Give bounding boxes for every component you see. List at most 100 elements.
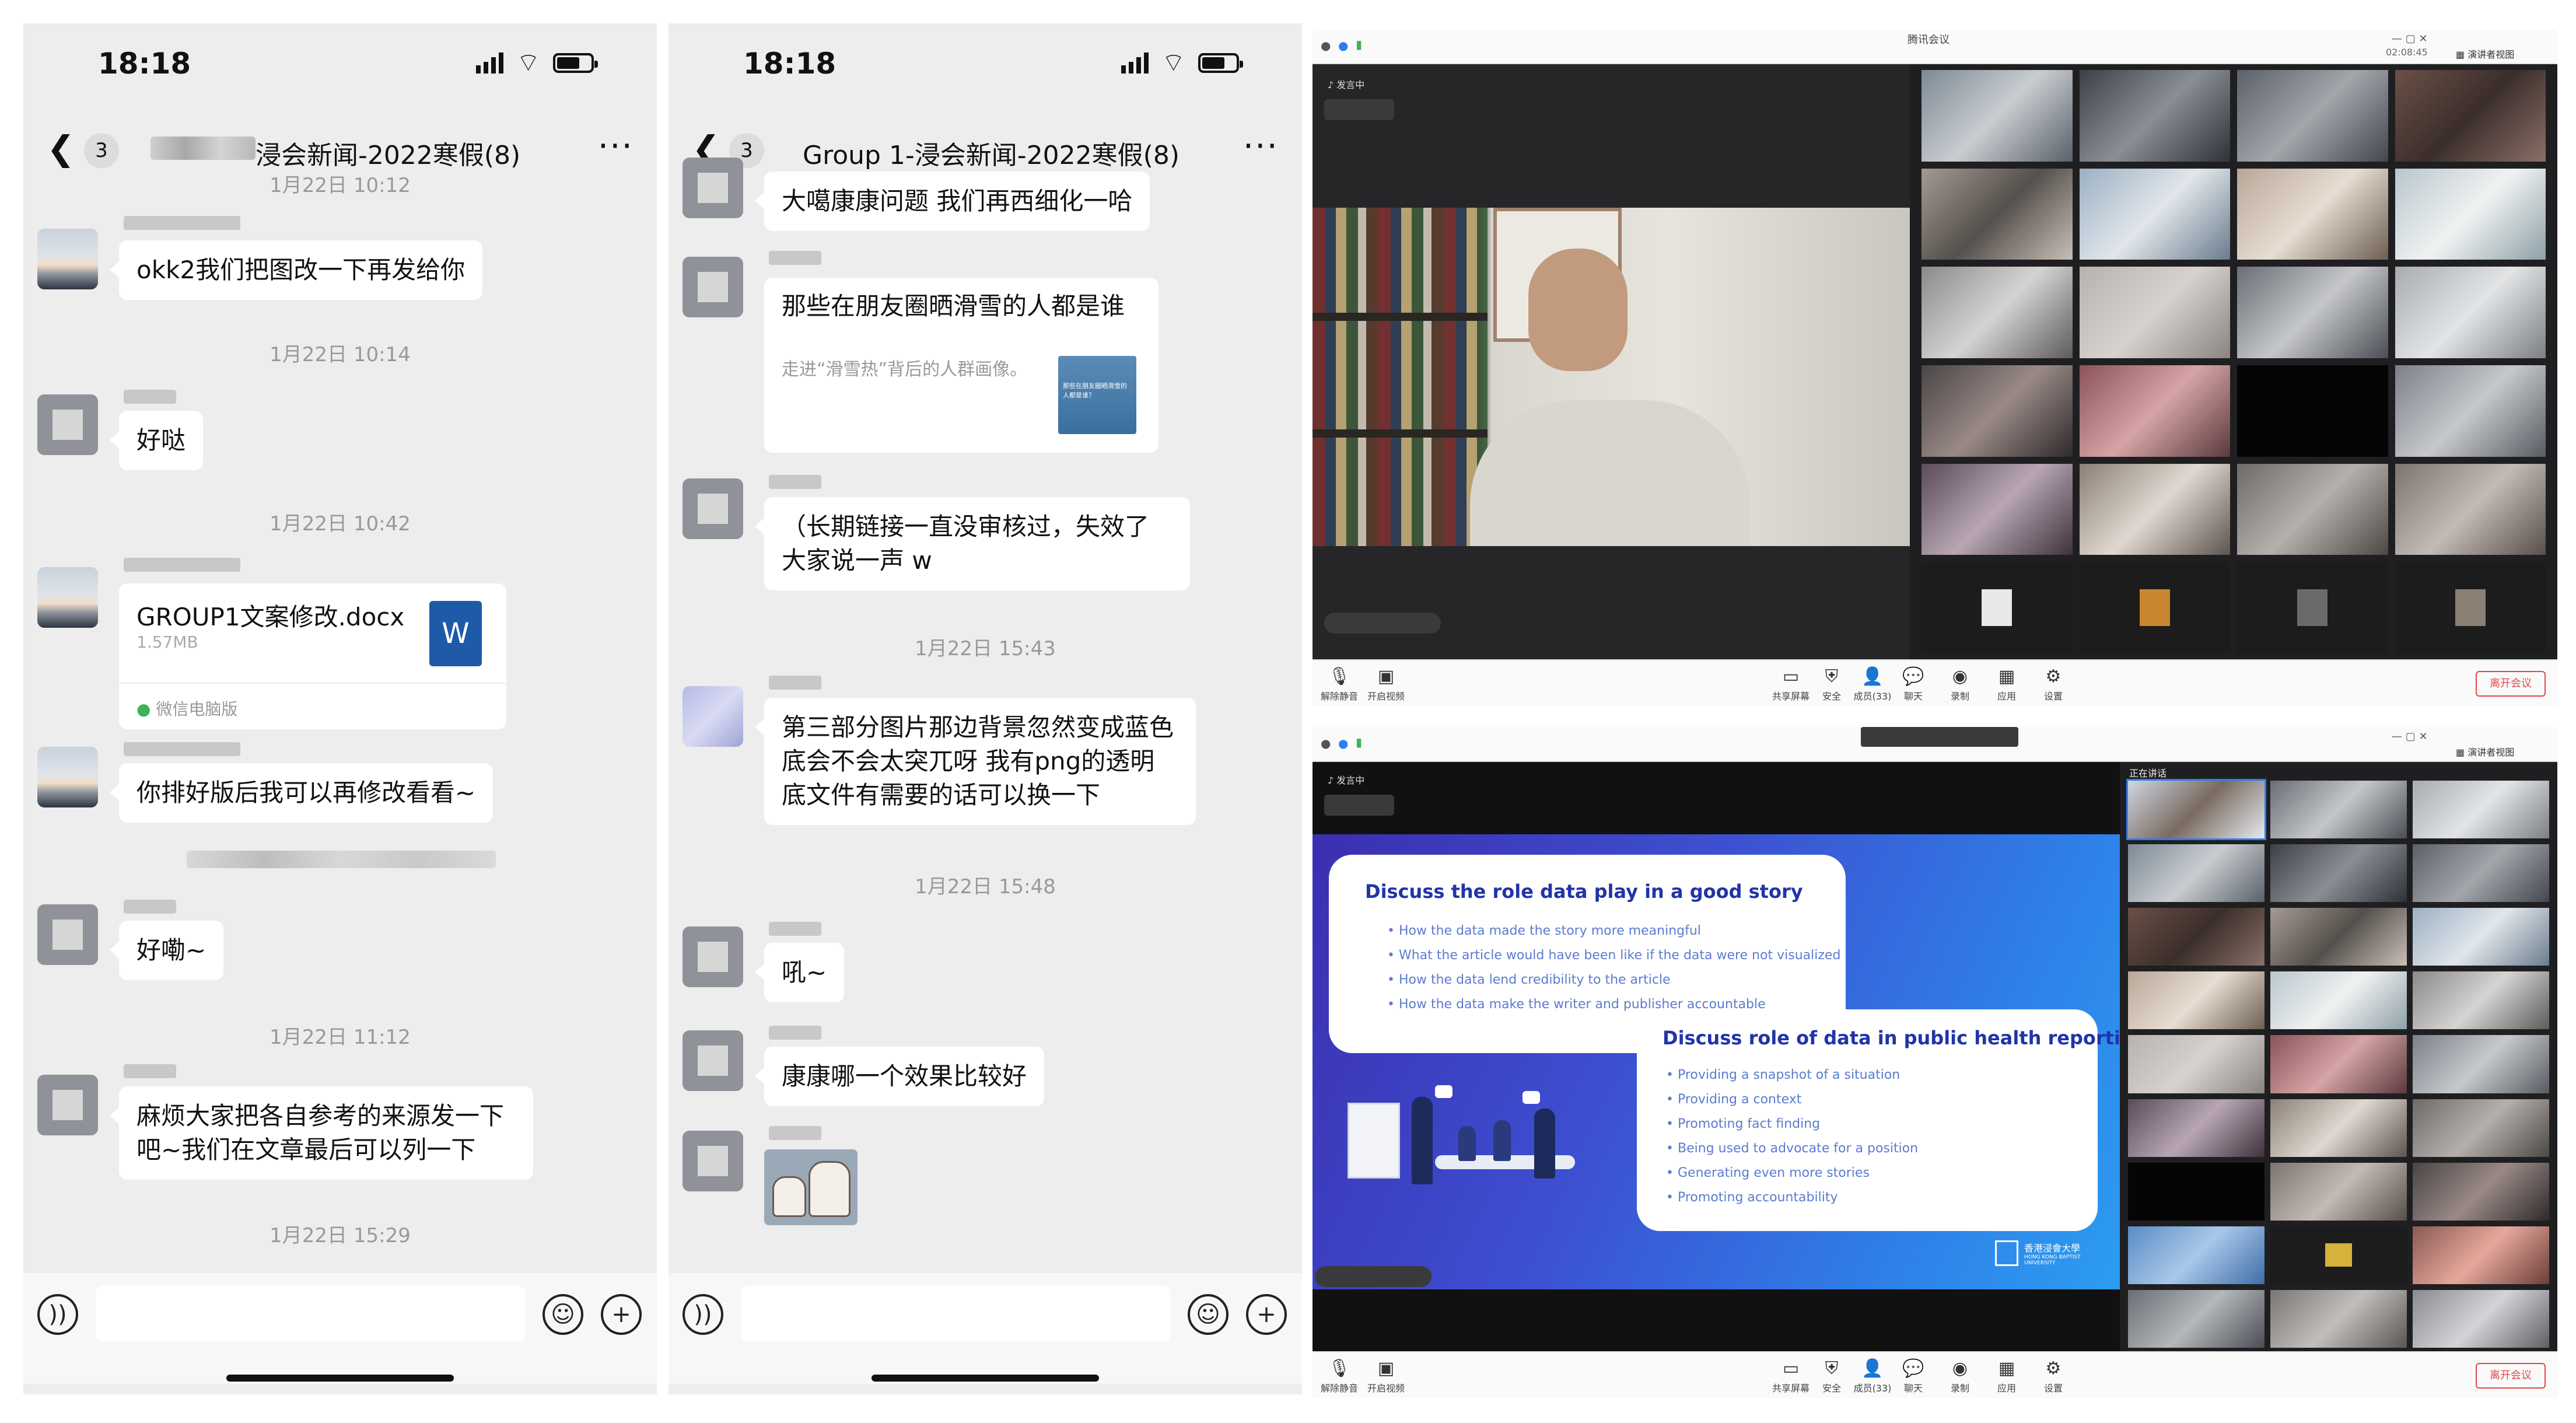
record-icon[interactable]: ◉ bbox=[1948, 1358, 1972, 1379]
screen-share-status-bar[interactable] bbox=[1861, 727, 2018, 747]
participant-tile[interactable] bbox=[2128, 1289, 2264, 1348]
participant-tile[interactable] bbox=[2413, 781, 2549, 839]
avatar[interactable] bbox=[37, 1075, 98, 1135]
participant-tile[interactable] bbox=[2237, 463, 2388, 555]
file-message-card[interactable]: GROUP1文案修改.docx 1.57MB W ● 微信电脑版 bbox=[119, 583, 506, 729]
participant-tile[interactable] bbox=[2413, 1162, 2549, 1221]
security-icon[interactable]: ⛨ bbox=[1820, 1358, 1843, 1379]
participant-tile[interactable] bbox=[2270, 908, 2407, 966]
avatar[interactable] bbox=[682, 1030, 743, 1091]
participant-tile[interactable] bbox=[2413, 1226, 2549, 1284]
participant-tile[interactable] bbox=[2079, 463, 2230, 555]
participant-tile[interactable] bbox=[2270, 1035, 2407, 1093]
back-chevron-icon[interactable]: ❮ bbox=[47, 128, 75, 168]
avatar[interactable] bbox=[682, 158, 743, 218]
participant-tile[interactable] bbox=[2237, 168, 2388, 260]
participant-tile[interactable] bbox=[1922, 365, 2073, 457]
apps-icon[interactable]: ▦ bbox=[1995, 666, 2018, 687]
info-icon[interactable]: ● bbox=[1321, 736, 1331, 750]
participant-tile[interactable] bbox=[2079, 562, 2230, 653]
apps-icon[interactable]: ▦ bbox=[1995, 1358, 2018, 1379]
info-icon[interactable]: ● bbox=[1321, 39, 1331, 53]
participant-tile[interactable] bbox=[2237, 562, 2388, 653]
participant-tile[interactable] bbox=[2128, 1162, 2264, 1221]
participant-tile[interactable] bbox=[2128, 1099, 2264, 1157]
participant-tile[interactable] bbox=[2395, 365, 2546, 457]
participant-tile[interactable] bbox=[2126, 778, 2266, 841]
participant-tile[interactable] bbox=[2413, 1035, 2549, 1093]
participant-tile[interactable] bbox=[2270, 1226, 2407, 1284]
emoji-icon[interactable]: ☺ bbox=[542, 1294, 583, 1335]
voice-input-icon[interactable]: )) bbox=[37, 1294, 78, 1335]
participant-tile[interactable] bbox=[2395, 267, 2546, 358]
record-icon[interactable]: ◉ bbox=[1948, 666, 1972, 687]
message-bubble[interactable]: （长期链接一直没审核过，失效了大家说一声 w bbox=[755, 497, 1190, 590]
voice-input-icon[interactable]: )) bbox=[682, 1294, 723, 1335]
participant-tile[interactable] bbox=[2270, 1099, 2407, 1157]
avatar[interactable] bbox=[37, 229, 98, 289]
more-options-icon[interactable]: ··· bbox=[1243, 126, 1279, 166]
avatar[interactable] bbox=[682, 686, 743, 747]
participant-tile[interactable] bbox=[2237, 70, 2388, 162]
message-input[interactable] bbox=[741, 1286, 1170, 1342]
avatar[interactable] bbox=[37, 567, 98, 628]
participant-tile[interactable] bbox=[2270, 844, 2407, 903]
add-attachment-icon[interactable]: + bbox=[1246, 1294, 1287, 1335]
participant-tile[interactable] bbox=[2270, 1289, 2407, 1348]
participant-tile[interactable] bbox=[2237, 267, 2388, 358]
message-bubble[interactable]: 康康哪一个效果比较好 bbox=[754, 1047, 1045, 1106]
message-bubble[interactable]: 麻烦大家把各自参考的来源发一下吧~我们在文章最后可以列一下 bbox=[110, 1086, 533, 1180]
shield-icon[interactable]: ● bbox=[1338, 39, 1348, 53]
message-input[interactable] bbox=[96, 1286, 525, 1342]
members-icon[interactable]: 👤 bbox=[1861, 666, 1884, 687]
participant-tile[interactable] bbox=[1922, 168, 2073, 260]
emoji-icon[interactable]: ☺ bbox=[1188, 1294, 1228, 1335]
video-camera-icon[interactable]: ▣ bbox=[1374, 666, 1398, 687]
avatar[interactable] bbox=[37, 747, 98, 807]
participant-tile[interactable] bbox=[2128, 1226, 2264, 1284]
participant-tile[interactable] bbox=[2413, 971, 2549, 1030]
mute-mic-icon[interactable]: 🎙 bbox=[1328, 666, 1351, 687]
participant-tile[interactable] bbox=[2128, 971, 2264, 1030]
avatar[interactable] bbox=[682, 1131, 743, 1191]
avatar[interactable] bbox=[682, 926, 743, 987]
participant-tile[interactable] bbox=[2270, 971, 2407, 1030]
participant-tile[interactable] bbox=[1922, 463, 2073, 555]
avatar[interactable] bbox=[37, 394, 98, 455]
message-bubble[interactable]: 大噶康康问题 我们再西细化一哈 bbox=[754, 172, 1150, 231]
message-bubble[interactable]: okk2我们把图改一下再发给你 bbox=[109, 240, 483, 300]
message-bubble[interactable]: 你排好版后我可以再修改看看~ bbox=[109, 763, 494, 823]
window-controls[interactable]: — ▢ ✕ bbox=[2392, 730, 2428, 743]
message-bubble[interactable]: 吼~ bbox=[754, 943, 845, 1002]
participant-tile[interactable] bbox=[2079, 168, 2230, 260]
avatar[interactable] bbox=[37, 904, 98, 965]
mute-mic-icon[interactable]: 🎙 bbox=[1328, 1358, 1351, 1379]
participant-tile[interactable] bbox=[2079, 267, 2230, 358]
view-switch[interactable]: ▦ 演讲者视图 bbox=[2456, 47, 2514, 61]
participant-tile[interactable] bbox=[2395, 168, 2546, 260]
participant-tile[interactable] bbox=[2395, 562, 2546, 653]
participant-tile[interactable] bbox=[2413, 1099, 2549, 1157]
members-icon[interactable]: 👤 bbox=[1861, 1358, 1884, 1379]
window-controls[interactable]: — ▢ ✕ bbox=[2392, 33, 2428, 45]
more-options-icon[interactable]: ··· bbox=[598, 126, 634, 166]
participant-tile[interactable] bbox=[1922, 562, 2073, 653]
leave-meeting-button[interactable]: 离开会议 bbox=[2476, 1363, 2546, 1389]
participant-tile[interactable] bbox=[2079, 365, 2230, 457]
settings-gear-icon[interactable]: ⚙ bbox=[2042, 1358, 2065, 1379]
security-icon[interactable]: ⛨ bbox=[1820, 666, 1843, 687]
participant-tile[interactable] bbox=[2395, 70, 2546, 162]
share-screen-icon[interactable]: ▭ bbox=[1779, 666, 1803, 687]
participant-tile[interactable] bbox=[2128, 844, 2264, 903]
message-bubble[interactable]: 好哒 bbox=[109, 411, 204, 470]
cat-sticker-image[interactable] bbox=[764, 1149, 858, 1225]
participant-tile[interactable] bbox=[2413, 844, 2549, 903]
leave-meeting-button[interactable]: 离开会议 bbox=[2476, 671, 2546, 697]
participant-tile[interactable] bbox=[2270, 781, 2407, 839]
add-attachment-icon[interactable]: + bbox=[601, 1294, 642, 1335]
participant-tile[interactable] bbox=[2237, 365, 2388, 457]
link-share-card[interactable]: 那些在朋友圈晒滑雪的人都是谁 走进“滑雪热”背后的人群画像。 那些在朋友圈晒滑雪… bbox=[764, 278, 1158, 453]
message-bubble[interactable]: 好嘞~ bbox=[109, 921, 224, 980]
message-bubble[interactable]: 第三部分图片那边背景忽然变成蓝色底会不会太突兀呀 我有png的透明底文件有需要的… bbox=[755, 698, 1196, 825]
view-switch[interactable]: ▦ 演讲者视图 bbox=[2456, 744, 2514, 758]
